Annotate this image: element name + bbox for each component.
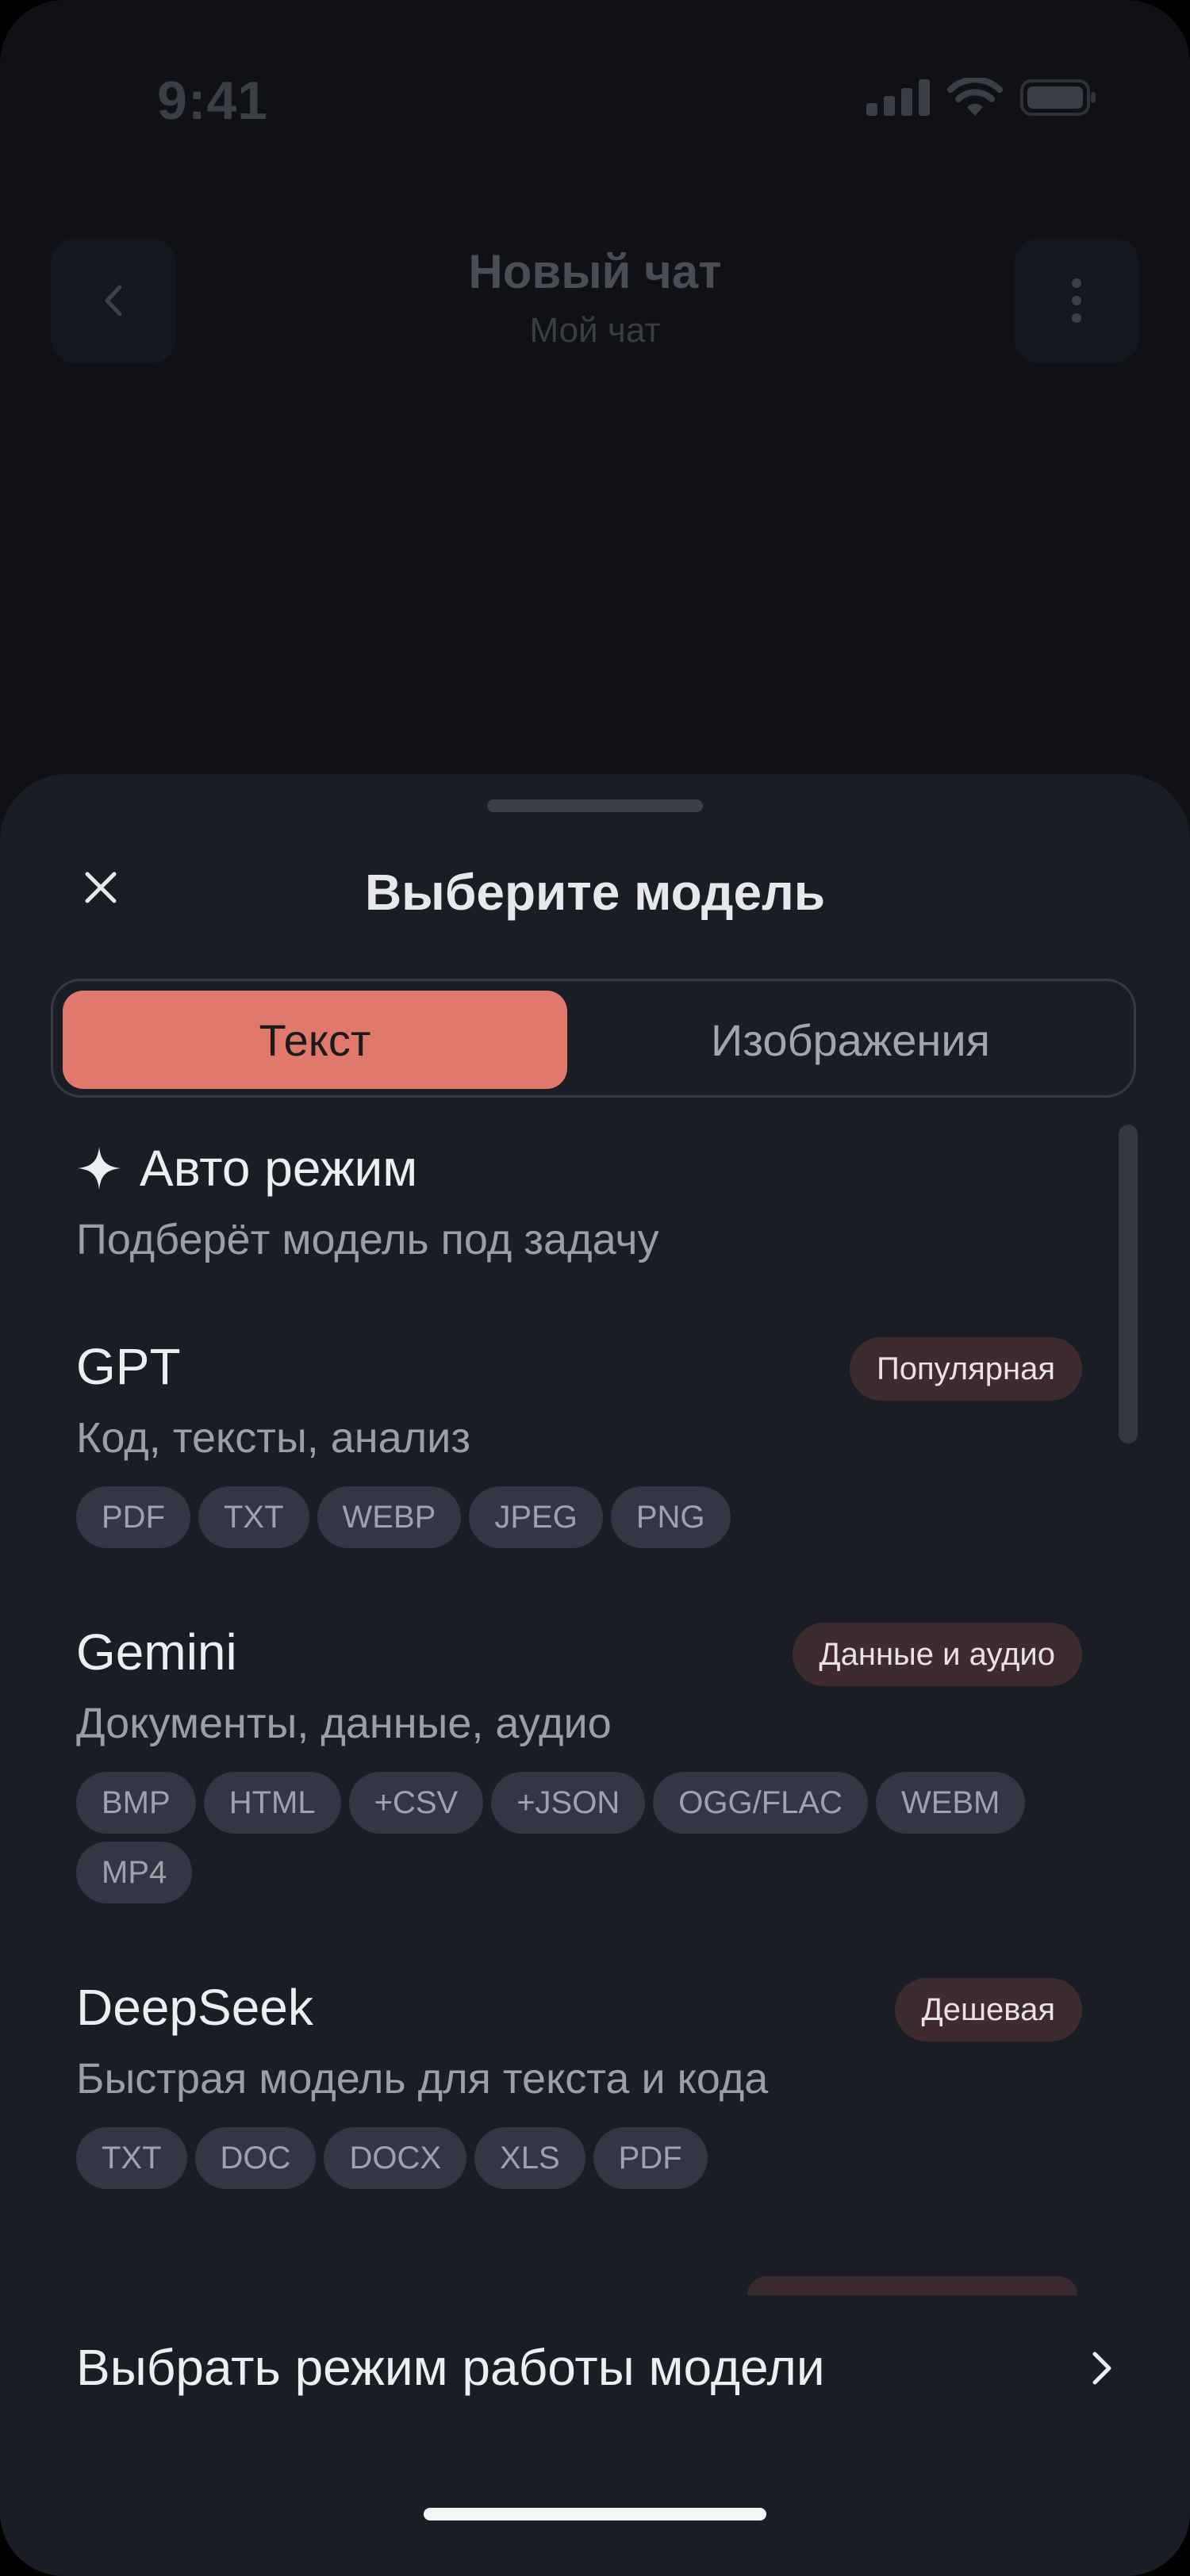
chat-title: Новый чат — [468, 245, 722, 298]
model-badge: Данные и аудио — [792, 1623, 1082, 1686]
model-badge: Дешевая — [894, 1978, 1082, 2041]
format-chip: TXT — [198, 1486, 309, 1548]
format-chip: PNG — [610, 1486, 731, 1548]
battery-icon — [1020, 79, 1096, 116]
model-option-auto-title-row: Авто режим — [76, 1139, 1082, 1198]
chevron-right-icon — [1092, 2352, 1111, 2385]
model-description: Документы, данные, аудио — [76, 1700, 612, 1747]
format-chip: MP4 — [76, 1842, 193, 1903]
cellular-signal-icon — [866, 79, 930, 116]
model-list: Авто режим Подберёт модель под задачу GP… — [0, 1123, 1190, 2265]
status-icons — [866, 78, 1096, 117]
model-description: Код, тексты, анализ — [76, 1414, 471, 1462]
model-option-deepseek[interactable]: DeepSeek Дешевая Быстрая модель для текс… — [76, 1978, 1082, 2189]
next-model-badge-peek — [747, 2276, 1077, 2295]
tab-images[interactable]: Изображения — [577, 991, 1124, 1089]
status-time: 9:41 — [157, 71, 269, 131]
model-mode-link[interactable]: Выбрать режим работы модели — [76, 2325, 1114, 2413]
tab-text[interactable]: Текст — [63, 991, 567, 1089]
format-chip: DOC — [194, 2127, 317, 2189]
model-type-tabs: Текст Изображения — [51, 979, 1136, 1098]
model-badge: Популярная — [849, 1337, 1082, 1401]
format-chips: PDF TXT WEBP JPEG PNG — [76, 1486, 1082, 1548]
format-chip: +JSON — [491, 1772, 646, 1834]
list-scrollbar[interactable] — [1119, 1125, 1138, 1443]
format-chip: OGG/FLAC — [653, 1772, 868, 1834]
model-option-gpt[interactable]: GPT Популярная Код, тексты, анализ PDF T… — [76, 1337, 1082, 1548]
model-option-auto[interactable]: Авто режим Подберёт модель под задачу — [76, 1139, 1082, 1264]
format-chip: WEBP — [317, 1486, 462, 1548]
model-mode-label: Выбрать режим работы модели — [76, 2339, 825, 2396]
format-chip: +CSV — [348, 1772, 484, 1834]
format-chip: WEBM — [875, 1772, 1026, 1834]
format-chip: XLS — [474, 2127, 585, 2189]
model-name: Авто режим — [140, 1140, 418, 1197]
sheet-title: Выберите модель — [364, 864, 826, 921]
sheet-grabber[interactable] — [487, 799, 703, 812]
format-chip: PDF — [593, 2127, 708, 2189]
more-vertical-icon — [1072, 278, 1081, 323]
format-chip: PDF — [76, 1486, 190, 1548]
format-chips: BMP HTML +CSV +JSON OGG/FLAC WEBM MP4 — [76, 1772, 1082, 1903]
model-description: Подберёт модель под задачу — [76, 1216, 659, 1263]
sparkle-icon — [78, 1147, 121, 1190]
more-options-button[interactable] — [1014, 238, 1139, 363]
phone-screen: 9:41 Новый чат Мой чат Выберите модель Т… — [0, 0, 1190, 2576]
format-chip: BMP — [76, 1772, 196, 1834]
model-option-gemini[interactable]: Gemini Данные и аудио Документы, данные,… — [76, 1623, 1082, 1903]
status-bar: 9:41 — [0, 0, 1190, 198]
model-picker-sheet: Выберите модель Текст Изображения Авто р… — [0, 774, 1190, 2576]
wifi-icon — [947, 78, 1003, 116]
format-chip: HTML — [203, 1772, 341, 1834]
chat-subtitle: Мой чат — [529, 311, 661, 350]
format-chip: TXT — [76, 2127, 187, 2189]
format-chip: DOCX — [324, 2127, 467, 2189]
chat-header: Новый чат Мой чат — [0, 230, 1190, 373]
model-description: Быстрая модель для текста и кода — [76, 2055, 769, 2103]
home-indicator — [424, 2508, 766, 2520]
format-chips: TXT DOC DOCX XLS PDF — [76, 2127, 1082, 2189]
format-chip: JPEG — [469, 1486, 603, 1548]
